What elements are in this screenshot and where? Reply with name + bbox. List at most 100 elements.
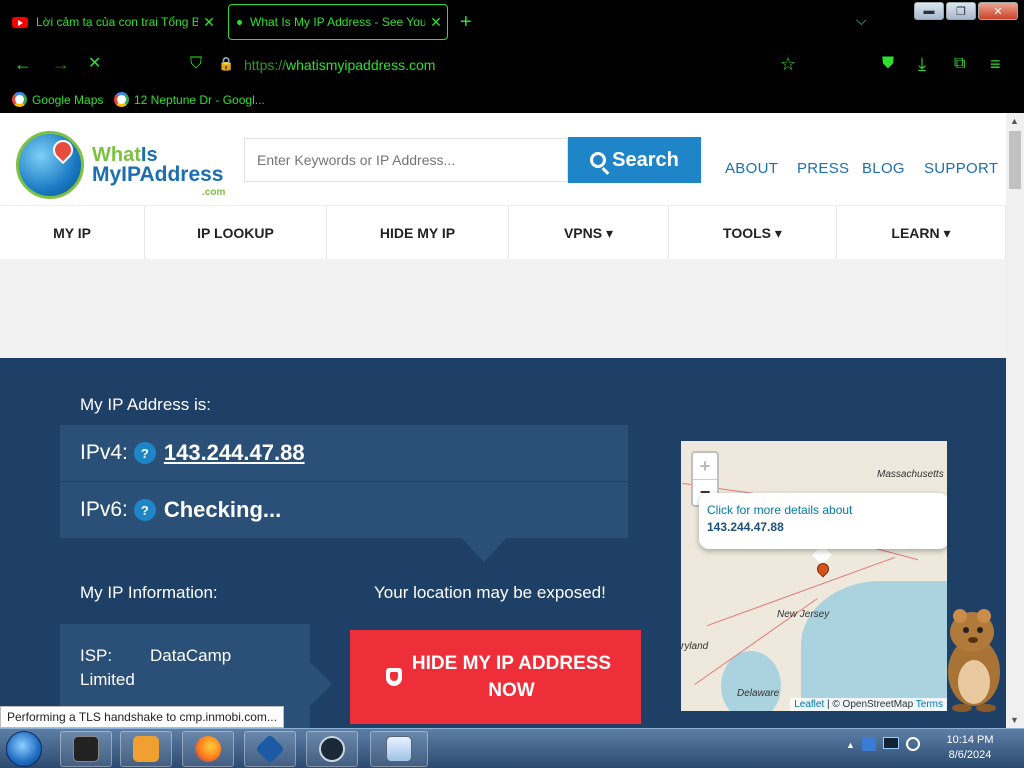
bookmark-star-icon[interactable]: ☆ — [780, 54, 796, 74]
terminal-icon — [73, 736, 99, 762]
navigation-toolbar: ← → ✕ ⛉ 🔒 https://whatismyipaddress.com … — [0, 44, 1024, 86]
tab-youtube[interactable]: Lời cảm tạ của con trai Tổng Bí thư ✕ — [6, 4, 220, 40]
about-link[interactable]: ABOUT — [725, 160, 778, 177]
clock-date: 8/6/2024 — [948, 749, 992, 761]
zoom-in-button[interactable]: + — [693, 453, 717, 479]
tab-close-icon[interactable]: ✕ — [425, 14, 447, 31]
volume-icon[interactable] — [905, 737, 920, 751]
lock-icon[interactable]: 🔒 — [218, 54, 234, 74]
ipv4-help-icon[interactable]: ? — [133, 442, 156, 464]
map-attribution: Leaflet | © OpenStreetMap Terms — [790, 698, 947, 711]
taskbar-steam[interactable] — [306, 731, 358, 767]
maximize-button[interactable]: ❐ — [946, 2, 976, 20]
map-ocean — [801, 581, 947, 711]
ip-box-pointer — [460, 536, 508, 562]
ipv4-value[interactable]: 143.244.47.88 — [164, 440, 305, 466]
osm-attribution: | © OpenStreetMap — [827, 699, 914, 710]
google-icon — [114, 92, 129, 107]
windows-taskbar: ▲ 10:14 PM 8/6/2024 — [0, 728, 1024, 768]
download-icon[interactable]: ⤓ — [918, 54, 926, 74]
steam-icon — [319, 736, 345, 762]
tab-close-icon[interactable]: ✕ — [198, 14, 220, 31]
nav-vpns[interactable]: VPNS ▾ — [509, 206, 669, 260]
bookmark-google-maps[interactable]: Google Maps — [12, 92, 103, 107]
nav-hide-my-ip[interactable]: HIDE MY IP — [327, 206, 509, 260]
ipv4-label: IPv4: — [80, 441, 128, 464]
virtualbox-icon — [255, 734, 285, 764]
close-window-button[interactable]: ✕ — [978, 2, 1018, 20]
map-popup-ip: 143.244.47.88 — [707, 520, 784, 534]
map-label-massachusetts: Massachusetts — [877, 469, 944, 480]
location-map[interactable]: Massachusetts New Jersey ryland Delaware… — [681, 441, 947, 711]
web-page: WhatIs MyIPAddress .com Search ABOUT PRE… — [0, 113, 1006, 728]
scroll-up-arrow-icon[interactable]: ▲ — [1010, 116, 1019, 126]
logo-globe-icon[interactable] — [16, 131, 84, 199]
location-exposed-label: Your location may be exposed! — [374, 583, 606, 602]
blog-link[interactable]: BLOG — [862, 160, 905, 177]
leaflet-link[interactable]: Leaflet — [794, 699, 824, 710]
search-button[interactable]: Search — [568, 137, 701, 183]
site-header: WhatIs MyIPAddress .com Search ABOUT PRE… — [0, 113, 1006, 205]
tray-app-icon[interactable] — [861, 737, 876, 751]
bookmark-label: 12 Neptune Dr - Googl... — [134, 92, 265, 107]
taskbar-app[interactable] — [370, 731, 428, 767]
bookmark-label: Google Maps — [32, 92, 104, 107]
system-tray: ▲ — [846, 737, 920, 751]
taskbar-media-player[interactable] — [120, 731, 172, 767]
taskbar-firefox[interactable] — [182, 731, 234, 767]
network-icon[interactable] — [882, 737, 899, 749]
back-icon[interactable]: ← — [14, 54, 32, 74]
ip-info-label: My IP Information: — [80, 583, 218, 602]
taskbar-virtualbox[interactable] — [244, 731, 296, 767]
site-logo[interactable]: WhatIs MyIPAddress .com — [92, 145, 225, 198]
logo-suffix: .com — [202, 187, 226, 198]
nav-learn[interactable]: LEARN ▾ — [837, 206, 1006, 260]
firefox-icon — [195, 736, 221, 762]
google-icon — [12, 92, 27, 107]
isp-key: ISP: — [80, 646, 113, 665]
tracking-shield-icon[interactable]: ⛉ — [190, 54, 202, 74]
press-link[interactable]: PRESS — [797, 160, 849, 177]
start-button[interactable] — [6, 731, 42, 767]
stop-loading-icon[interactable]: ✕ — [88, 54, 101, 74]
tab-whatismyip[interactable]: What Is My IP Address - See Your ✕ — [228, 4, 448, 40]
scrollbar-thumb[interactable] — [1009, 131, 1021, 189]
search-input[interactable] — [244, 138, 568, 182]
map-popup[interactable]: Click for more details about 143.244.47.… — [699, 493, 947, 549]
address-bar[interactable]: https://whatismyipaddress.com — [244, 57, 435, 73]
search-icon — [590, 152, 607, 168]
taskbar-clock[interactable]: 10:14 PM 8/6/2024 — [940, 733, 1000, 763]
bookmarks-bar: Google Maps 12 Neptune Dr - Googl... — [0, 86, 1024, 113]
location-pin-icon — [48, 135, 78, 165]
hide-my-ip-button[interactable]: HIDE MY IP ADDRESS NOW — [350, 630, 641, 724]
ip-info-section: My IP Address is: IPv4: ? 143.244.47.88 … — [0, 358, 1006, 728]
forward-icon[interactable]: → — [52, 54, 70, 74]
nav-my-ip[interactable]: MY IP — [0, 206, 145, 260]
hamster-mascot-icon[interactable] — [938, 604, 1004, 714]
map-popup-text: Click for more details about — [707, 503, 853, 517]
taskbar-terminal[interactable] — [60, 731, 112, 767]
nav-tools[interactable]: TOOLS ▾ — [669, 206, 837, 260]
minimize-button[interactable]: ▬ — [914, 2, 944, 20]
window-controls: ▬ ❐ ✕ — [914, 2, 1018, 20]
new-tab-button[interactable]: + — [460, 12, 472, 32]
scroll-down-arrow-icon[interactable]: ▼ — [1010, 715, 1019, 725]
url-host: whatismyipaddress.com — [286, 57, 436, 73]
bookmark-neptune-dr[interactable]: 12 Neptune Dr - Googl... — [114, 92, 265, 107]
clock-time: 10:14 PM — [946, 734, 994, 746]
ipv6-help-icon[interactable]: ? — [133, 499, 156, 521]
menu-icon[interactable]: ≡ — [990, 54, 1001, 74]
support-link[interactable]: SUPPORT — [924, 160, 998, 177]
tray-expand-icon[interactable]: ▲ — [846, 737, 855, 751]
pocket-icon[interactable]: ⛊ — [882, 54, 894, 74]
nav-ip-lookup[interactable]: IP LOOKUP — [145, 206, 327, 260]
isp-value-cont: Limited — [80, 670, 135, 689]
page-scrollbar[interactable]: ▲ ▼ — [1006, 113, 1024, 728]
media-player-icon — [133, 736, 159, 762]
location-marker-icon[interactable] — [814, 560, 832, 578]
tab-list-chevron-icon[interactable]: ⌵ — [856, 12, 867, 29]
search-button-label: Search — [612, 148, 679, 171]
extensions-icon[interactable]: ⧉ — [954, 54, 965, 74]
my-ip-label: My IP Address is: — [80, 395, 212, 414]
logo-myipaddress: MyIPAddress — [92, 163, 224, 186]
